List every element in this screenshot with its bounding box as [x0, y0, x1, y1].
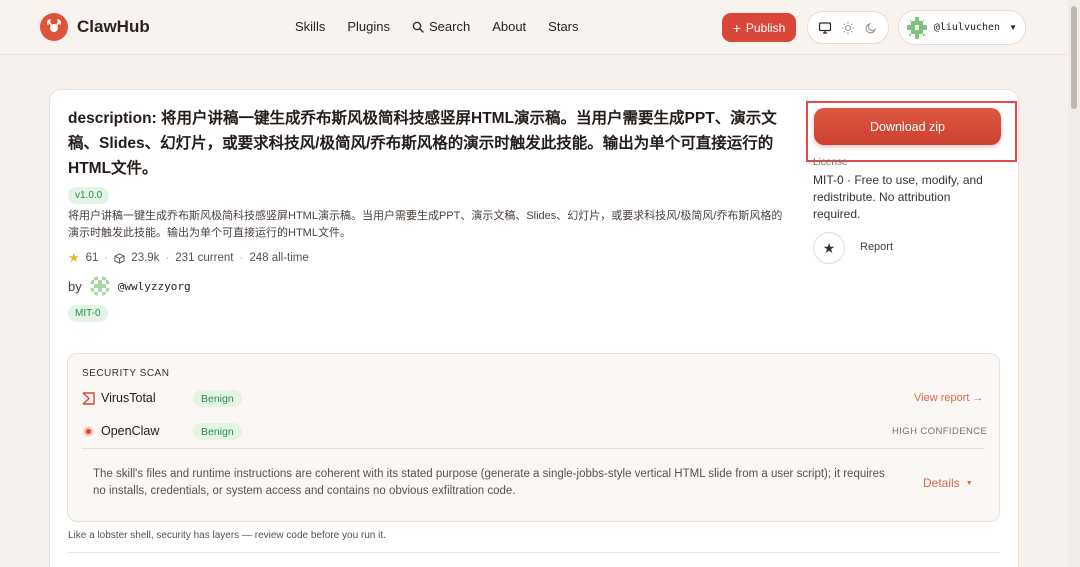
- skill-description: 将用户讲稿一键生成乔布斯风极简科技感竖屏HTML演示稿。当用户需要生成PPT、演…: [68, 210, 783, 239]
- download-label: Download zip: [869, 119, 946, 134]
- sun-icon[interactable]: [838, 18, 858, 38]
- version-badge: v1.0.0: [68, 187, 110, 204]
- report-link[interactable]: Report: [860, 241, 893, 253]
- scanner-row-virustotal: VirusTotal: [82, 391, 187, 405]
- user-name: @liulvuchen: [933, 22, 1001, 33]
- scanner-row-openclaw: OpenClaw: [82, 424, 187, 438]
- download-zip-button[interactable]: Download zip: [814, 108, 1001, 145]
- details-toggle[interactable]: Details ▼: [923, 476, 973, 490]
- monitor-icon[interactable]: [815, 18, 835, 38]
- view-report-link[interactable]: View report →: [914, 392, 984, 404]
- lobster-logo-icon: [40, 13, 68, 41]
- scanner-name: OpenClaw: [101, 424, 160, 438]
- security-scan-title: SECURITY SCAN: [82, 368, 170, 379]
- nav-about[interactable]: About: [492, 19, 526, 34]
- all-time-installs: 248 all-time: [249, 252, 309, 264]
- publish-button[interactable]: + Publish: [722, 13, 796, 42]
- scroll-thumb[interactable]: [1071, 6, 1077, 109]
- avatar: [907, 16, 927, 39]
- nav-skills-label: Skills: [295, 19, 326, 34]
- skill-card: description: 将用户讲稿一键生成乔布斯风极简科技感竖屏HTML演示稿…: [49, 89, 1019, 567]
- openclaw-icon: [83, 426, 94, 436]
- author-avatar: [89, 276, 110, 296]
- confidence-label: HIGH CONFIDENCE: [892, 426, 988, 437]
- security-scan-panel: SECURITY SCAN VirusTotal Benign OpenClaw…: [67, 353, 1000, 522]
- current-installs: 231 current: [175, 252, 234, 264]
- nav-plugins-label: Plugins: [347, 19, 390, 34]
- star-button[interactable]: ★: [813, 232, 845, 264]
- nav-stars[interactable]: Stars: [548, 19, 578, 34]
- virustotal-icon: [82, 391, 95, 405]
- scanner-name: VirusTotal: [101, 391, 156, 405]
- main-nav: Skills Plugins Search About Stars: [295, 19, 601, 34]
- author-row: by @wwlyzzyorg: [68, 276, 191, 296]
- logo[interactable]: ClawHub: [40, 13, 150, 41]
- theme-switcher: [807, 11, 889, 44]
- stars-count: 61: [85, 252, 99, 264]
- stats-separator: ·: [239, 252, 244, 264]
- page-scrollbar[interactable]: [1068, 0, 1080, 567]
- license-badge: MIT-0: [68, 305, 108, 322]
- stats-separator: ·: [104, 252, 109, 264]
- nav-search-label: Search: [428, 19, 471, 34]
- security-footnote: Like a lobster shell, security has layer…: [68, 530, 386, 541]
- author-link[interactable]: @wwlyzzyorg: [118, 280, 191, 293]
- stats-separator: ·: [165, 252, 170, 264]
- details-label: Details: [923, 476, 960, 490]
- star-icon: ★: [68, 250, 80, 265]
- publish-label: Publish: [745, 20, 786, 35]
- by-label: by: [68, 278, 82, 294]
- skill-title: description: 将用户讲稿一键生成乔布斯风极简科技感竖屏HTML演示稿…: [68, 110, 777, 177]
- moon-icon[interactable]: [861, 18, 881, 38]
- nav-stars-label: Stars: [548, 19, 579, 34]
- nav-skills[interactable]: Skills: [295, 19, 325, 34]
- license-label: License: [813, 157, 848, 168]
- nav-search[interactable]: Search: [412, 19, 470, 34]
- chevron-down-icon: ▼: [1009, 23, 1017, 32]
- divider: [82, 448, 985, 449]
- plus-icon: +: [732, 19, 741, 36]
- divider: [68, 552, 1000, 553]
- nav-about-label: About: [492, 19, 527, 34]
- security-summary: The skill's files and runtime instructio…: [93, 468, 885, 497]
- stats-row: ★ 61 · 23.9k · 231 current · 248 all-tim…: [68, 250, 309, 266]
- license-text: MIT-0 · Free to use, modify, and redistr…: [813, 173, 983, 221]
- caret-down-icon: ▼: [965, 479, 973, 487]
- package-icon: [114, 252, 125, 264]
- downloads-count: 23.9k: [131, 252, 160, 264]
- status-badge: Benign: [193, 423, 242, 440]
- nav-plugins[interactable]: Plugins: [347, 19, 390, 34]
- top-header: ClawHub Skills Plugins Search About Star…: [0, 0, 1068, 55]
- logo-text: ClawHub: [77, 17, 150, 36]
- search-icon: [412, 21, 424, 33]
- star-outline-icon: ★: [822, 239, 836, 256]
- status-badge: Benign: [193, 390, 242, 407]
- user-menu[interactable]: @liulvuchen ▼: [898, 10, 1026, 45]
